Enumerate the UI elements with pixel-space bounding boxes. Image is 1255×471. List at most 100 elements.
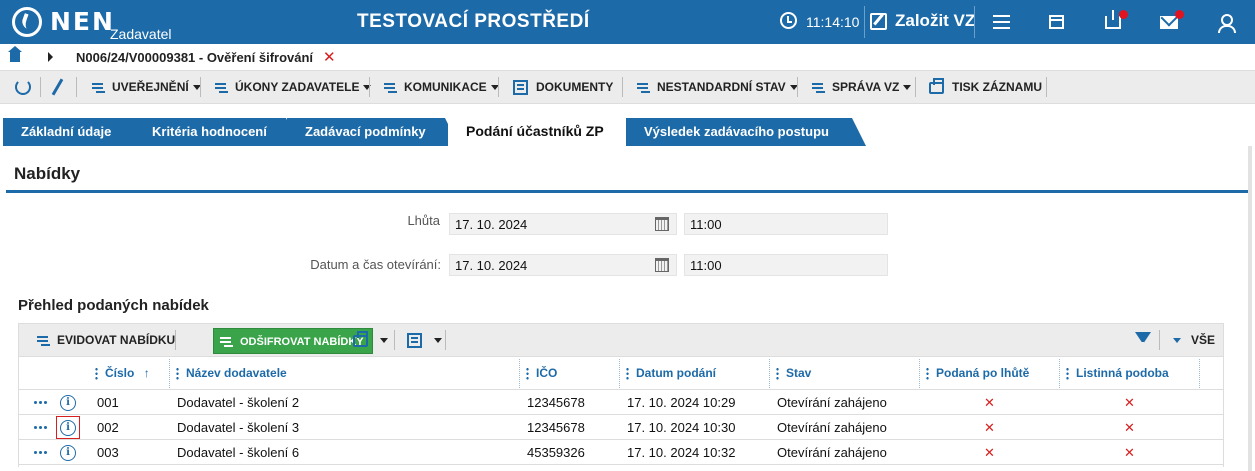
inbox-button[interactable] xyxy=(1093,6,1133,38)
more-actions-icon[interactable] xyxy=(34,401,37,404)
column-divider[interactable] xyxy=(769,359,770,388)
messages-button[interactable] xyxy=(1149,6,1189,38)
tab-basic-data[interactable]: Základní údaje xyxy=(3,118,153,146)
user-icon xyxy=(1218,14,1236,33)
register-offer-button[interactable]: EVIDOVAT NABÍDKU xyxy=(37,324,175,356)
toolbar-publication[interactable]: UVEŘEJNĚNÍ xyxy=(92,71,201,103)
toolbar-communication[interactable]: KOMUNIKACE xyxy=(384,71,499,103)
tab-evaluation-criteria[interactable]: Kritéria hodnocení xyxy=(134,118,300,146)
main-toolbar: UVEŘEJNĚNÍ ÚKONY ZADAVATELE KOMUNIKACE D… xyxy=(0,70,1255,104)
info-icon[interactable]: i xyxy=(60,445,76,461)
drag-handle-icon[interactable] xyxy=(926,367,929,381)
filter-icon[interactable] xyxy=(1135,332,1151,350)
more-actions-icon[interactable] xyxy=(34,451,37,454)
tab-tender-conditions[interactable]: Zadávací podmínky xyxy=(287,118,459,146)
column-divider[interactable] xyxy=(619,359,620,388)
clock-icon xyxy=(780,12,797,29)
opening-time-field[interactable]: 11:00 xyxy=(684,254,888,276)
cell-number: 001 xyxy=(97,395,119,410)
column-divider[interactable] xyxy=(1059,359,1060,388)
tab-participant-submissions[interactable]: Podání účastníků ZP xyxy=(448,116,626,146)
toolbar-actions[interactable]: ÚKONY ZADAVATELE xyxy=(215,71,372,103)
session-clock: 11:14:10 xyxy=(806,14,860,30)
caret-down-icon xyxy=(380,338,388,344)
drag-handle-icon[interactable] xyxy=(176,367,179,381)
scrollbar-track[interactable] xyxy=(1248,146,1252,471)
offers-table: Číslo ↑ Název dodavatele IČO Datum podán… xyxy=(18,357,1224,467)
column-header-paper-form[interactable]: Listinná podoba xyxy=(1066,357,1169,390)
home-icon[interactable] xyxy=(8,46,22,62)
create-icon[interactable] xyxy=(870,13,887,30)
print-menu-button[interactable] xyxy=(353,324,388,356)
table-row[interactable]: i 001 Dodavatel - školení 2 12345678 17.… xyxy=(19,390,1223,415)
cell-ico: 45359326 xyxy=(527,445,585,460)
info-icon[interactable]: i xyxy=(60,420,76,436)
table-row[interactable]: i 003 Dodavatel - školení 6 45359326 17.… xyxy=(19,440,1223,465)
edit-icon[interactable] xyxy=(51,78,64,96)
deadline-label: Lhůta xyxy=(407,213,440,228)
inbox-icon xyxy=(1105,10,1121,29)
column-divider[interactable] xyxy=(169,359,170,388)
cell-late-no: ✕ xyxy=(984,420,995,435)
caret-down-icon xyxy=(434,338,442,344)
mail-icon xyxy=(1160,16,1178,29)
tab-procedure-result[interactable]: Výsledek zadávacího postupu xyxy=(626,118,866,146)
caret-down-icon xyxy=(903,85,912,91)
breadcrumb-current[interactable]: N006/24/V00009381 - Ověření šifrování xyxy=(76,50,313,65)
column-header-submitted[interactable]: Datum podání xyxy=(626,357,716,390)
toolbar-divider xyxy=(1159,330,1160,350)
logo-subtitle: Zadavatel xyxy=(110,26,172,42)
toolbar-divider xyxy=(369,77,370,97)
export-menu-button[interactable] xyxy=(407,324,442,356)
column-header-number[interactable]: Číslo ↑ xyxy=(95,357,150,390)
cell-submitted: 17. 10. 2024 10:29 xyxy=(627,395,736,410)
toolbar-divider xyxy=(175,330,176,350)
more-actions-icon[interactable] xyxy=(34,426,37,429)
list-icon xyxy=(37,335,51,347)
drag-handle-icon[interactable] xyxy=(1066,367,1069,381)
calendar-button[interactable] xyxy=(1036,6,1076,38)
deadline-date-field[interactable]: 17. 10. 2024 xyxy=(449,213,677,235)
opening-date-field[interactable]: 17. 10. 2024 xyxy=(449,254,677,276)
column-header-late[interactable]: Podaná po lhůtě xyxy=(926,357,1029,390)
drag-handle-icon[interactable] xyxy=(626,367,629,381)
filter-all-toggle[interactable]: VŠE xyxy=(1173,324,1215,356)
menu-button[interactable] xyxy=(982,6,1022,38)
caret-down-icon xyxy=(1173,338,1181,344)
column-divider[interactable] xyxy=(519,359,520,388)
chevron-right-icon xyxy=(48,52,53,62)
create-vz-button[interactable]: Založit VZ xyxy=(895,11,975,31)
cell-paper-no: ✕ xyxy=(1124,420,1135,435)
cell-supplier: Dodavatel - školení 6 xyxy=(177,445,300,460)
cell-submitted: 17. 10. 2024 10:30 xyxy=(627,420,736,435)
column-divider[interactable] xyxy=(919,359,920,388)
toolbar-documents[interactable]: DOKUMENTY xyxy=(513,71,613,103)
toolbar-divider xyxy=(40,77,41,97)
drag-handle-icon[interactable] xyxy=(526,367,529,381)
cell-submitted: 17. 10. 2024 10:32 xyxy=(627,445,736,460)
toolbar-vz-admin[interactable]: SPRÁVA VZ xyxy=(812,71,912,103)
column-header-status[interactable]: Stav xyxy=(776,357,811,390)
toolbar-print-record[interactable]: TISK ZÁZNAMU xyxy=(929,71,1042,103)
decrypt-offers-button[interactable]: ODŠIFROVAT NABÍDKY xyxy=(213,328,373,354)
refresh-icon[interactable] xyxy=(15,79,31,95)
top-bar: NEN Zadavatel TESTOVACÍ PROSTŘEDÍ 11:14:… xyxy=(0,0,1255,44)
column-divider[interactable] xyxy=(1199,359,1200,388)
section-title: Nabídky xyxy=(14,164,81,183)
user-button[interactable] xyxy=(1205,6,1245,38)
column-header-supplier[interactable]: Název dodavatele xyxy=(176,357,287,390)
drag-handle-icon[interactable] xyxy=(776,367,779,381)
drag-handle-icon[interactable] xyxy=(95,367,98,381)
sort-asc-icon: ↑ xyxy=(143,366,150,380)
tab-strip: Základní údaje Kritéria hodnocení Zadáva… xyxy=(0,104,1255,146)
calendar-icon[interactable] xyxy=(655,217,669,231)
close-icon[interactable]: ✕ xyxy=(323,48,336,66)
toolbar-divider xyxy=(76,77,77,97)
info-icon[interactable]: i xyxy=(60,395,76,411)
calendar-icon[interactable] xyxy=(655,258,669,272)
toolbar-nonstandard-state[interactable]: NESTANDARDNÍ STAV xyxy=(637,71,798,103)
column-header-ico[interactable]: IČO xyxy=(526,357,557,390)
table-row[interactable]: i 002 Dodavatel - školení 3 12345678 17.… xyxy=(19,415,1223,440)
cell-status: Otevírání zahájeno xyxy=(777,395,887,410)
deadline-time-field[interactable]: 11:00 xyxy=(684,213,888,235)
